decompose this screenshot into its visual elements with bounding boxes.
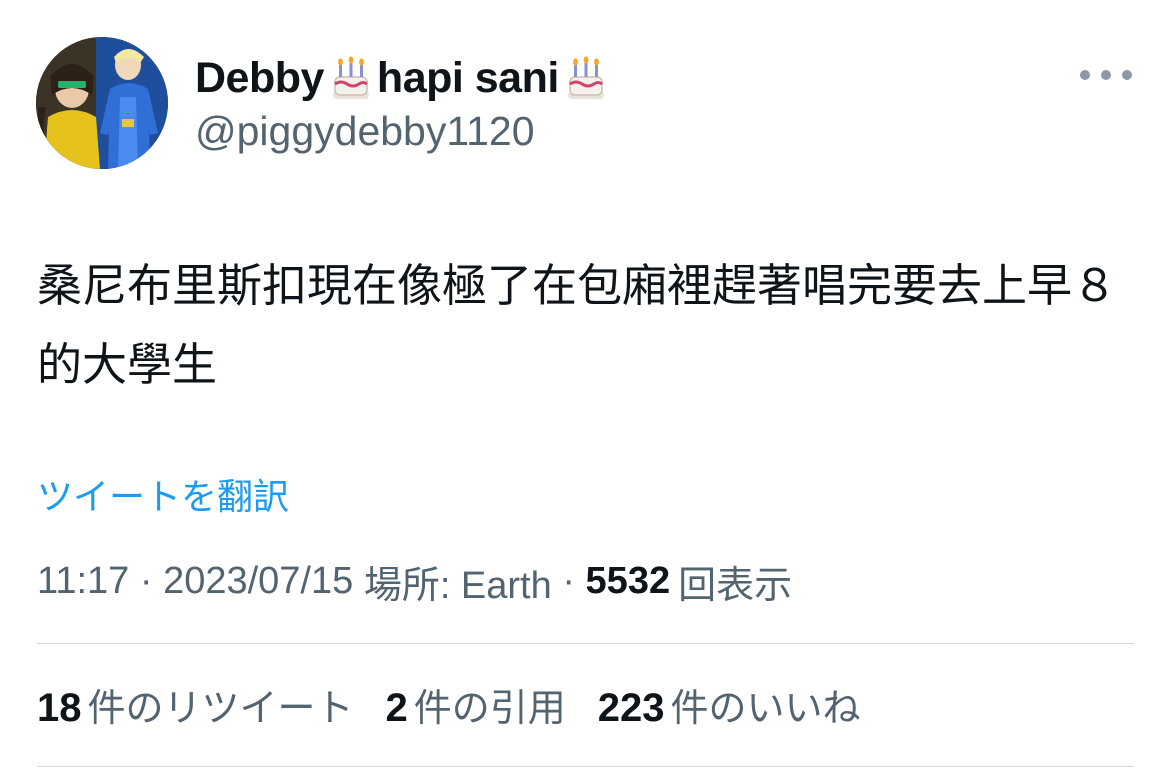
tweet-location: 場所: Earth [363, 564, 552, 607]
retweets-stat[interactable]: 18 件のリツイート [37, 677, 354, 732]
quotes-stat[interactable]: 2 件の引用 [386, 677, 566, 732]
meta-separator: · [139, 559, 153, 602]
tweet-text: 桑尼布里斯扣現在像極了在包廂裡趕著唱完要去上早８的大學生 [37, 259, 1118, 391]
views-count: 5532 [585, 559, 671, 602]
display-name-part1: Debby [195, 53, 324, 102]
tweet-detail: Debby hapi sani @piggydebby1120 桑尼布里斯扣現在… [0, 0, 1170, 772]
tweet-time[interactable]: 11:17 [37, 560, 129, 603]
tweet-date[interactable]: 2023/07/15 [163, 560, 353, 603]
likes-count: 223 [597, 685, 665, 730]
divider [37, 766, 1134, 767]
quotes-label: 件の引用 [413, 687, 566, 730]
tweet-stats: 18 件のリツイート 2 件の引用 223 件のいいね [37, 678, 893, 730]
meta-separator: · [562, 559, 575, 602]
retweets-label: 件のリツイート [87, 687, 354, 730]
views-label: 回表示 [678, 564, 793, 607]
more-dot [1122, 70, 1132, 80]
avatar-image [36, 37, 168, 169]
birthday-cake-icon [567, 56, 604, 99]
quotes-count: 2 [385, 685, 408, 730]
retweets-count: 18 [37, 685, 82, 730]
tweet-meta: 11:17 · 2023/07/15 場所: Earth · 5532 回表示 [37, 557, 792, 607]
avatar[interactable] [36, 37, 168, 169]
user-handle[interactable]: @piggydebby1120 [195, 108, 535, 155]
translate-tweet-link[interactable]: ツイートを翻訳 [37, 468, 289, 520]
more-horizontal-icon[interactable] [1080, 60, 1132, 90]
likes-stat[interactable]: 223 件のいいね [598, 677, 861, 732]
likes-label: 件のいいね [670, 687, 861, 730]
display-name-part2: hapi sani [376, 53, 559, 102]
divider [37, 643, 1134, 644]
display-name[interactable]: Debby hapi sani [195, 50, 612, 106]
more-dot [1080, 70, 1090, 80]
birthday-cake-icon [332, 56, 369, 99]
more-dot [1101, 70, 1111, 80]
